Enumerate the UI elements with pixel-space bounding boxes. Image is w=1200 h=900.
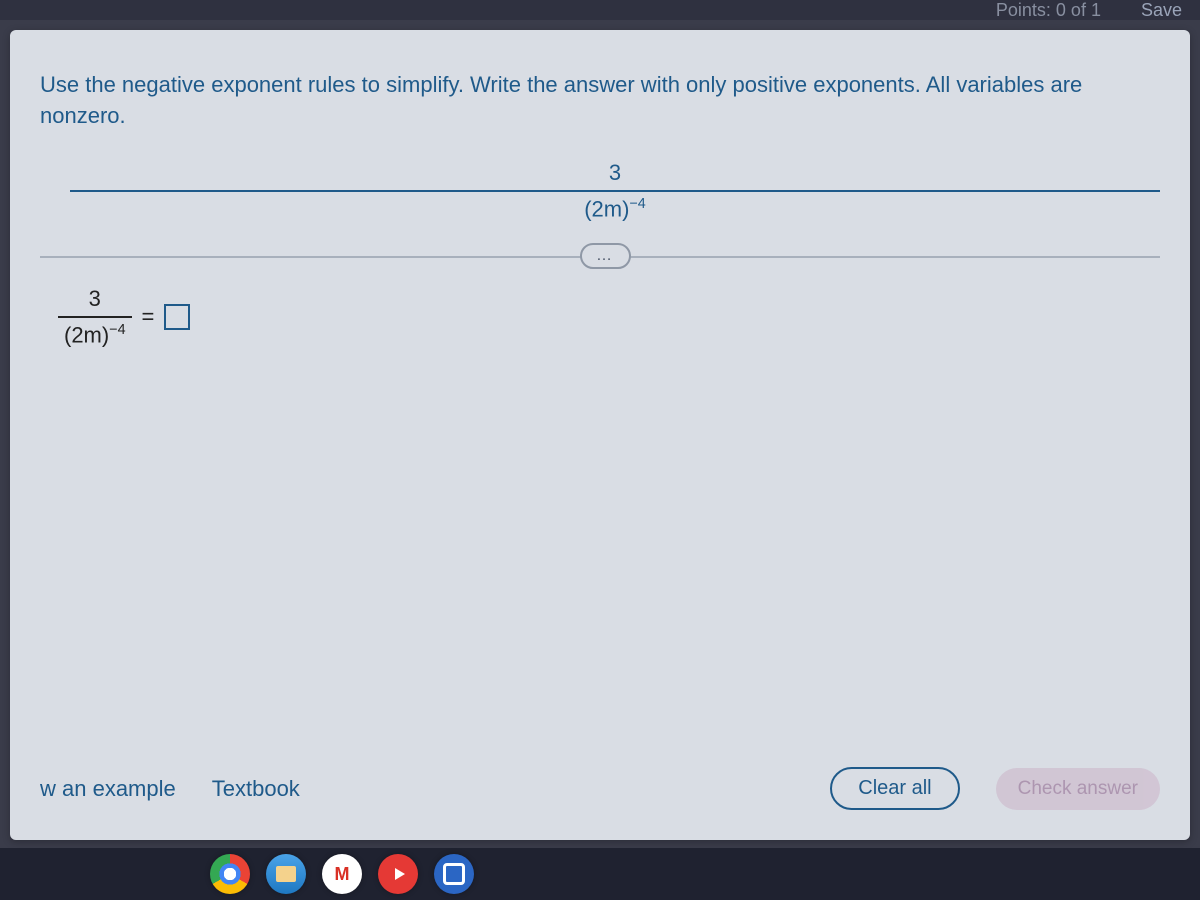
chrome-icon[interactable] bbox=[210, 854, 250, 894]
question-card: Use the negative exponent rules to simpl… bbox=[10, 30, 1190, 840]
section-divider: … bbox=[40, 256, 1160, 258]
clear-all-button[interactable]: Clear all bbox=[830, 767, 959, 810]
answer-denom-exp: −4 bbox=[109, 322, 125, 338]
taskbar: M bbox=[0, 848, 1200, 900]
textbook-button[interactable]: Textbook bbox=[212, 776, 300, 802]
top-bar: Points: 0 of 1 Save bbox=[0, 0, 1200, 20]
problem-fraction: 3 (2m)−4 bbox=[70, 160, 1160, 222]
answer-numerator: 3 bbox=[58, 286, 132, 316]
gmail-icon[interactable]: M bbox=[322, 854, 362, 894]
answer-fraction: 3 (2m)−4 bbox=[58, 286, 132, 348]
problem-numerator: 3 bbox=[70, 160, 1160, 190]
file-explorer-icon[interactable] bbox=[266, 854, 306, 894]
card-bottom-bar: w an example Textbook Clear all Check an… bbox=[40, 767, 1160, 810]
points-label: Points: 0 of 1 bbox=[996, 0, 1101, 21]
problem-denom-exp: −4 bbox=[629, 196, 645, 212]
more-pill[interactable]: … bbox=[580, 243, 631, 269]
view-example-button[interactable]: w an example bbox=[40, 776, 176, 802]
problem-denom-base: (2m) bbox=[584, 196, 629, 221]
instruction-text: Use the negative exponent rules to simpl… bbox=[40, 70, 1160, 132]
answer-denom-base: (2m) bbox=[64, 322, 109, 347]
equals-sign: = bbox=[142, 304, 155, 330]
answer-input[interactable] bbox=[164, 304, 190, 330]
check-answer-button[interactable]: Check answer bbox=[996, 768, 1160, 810]
app-icon[interactable] bbox=[434, 854, 474, 894]
save-link[interactable]: Save bbox=[1141, 0, 1182, 21]
answer-row: 3 (2m)−4 = bbox=[58, 286, 1160, 348]
youtube-icon[interactable] bbox=[378, 854, 418, 894]
answer-denominator: (2m)−4 bbox=[58, 316, 132, 348]
problem-denominator: (2m)−4 bbox=[70, 190, 1160, 222]
